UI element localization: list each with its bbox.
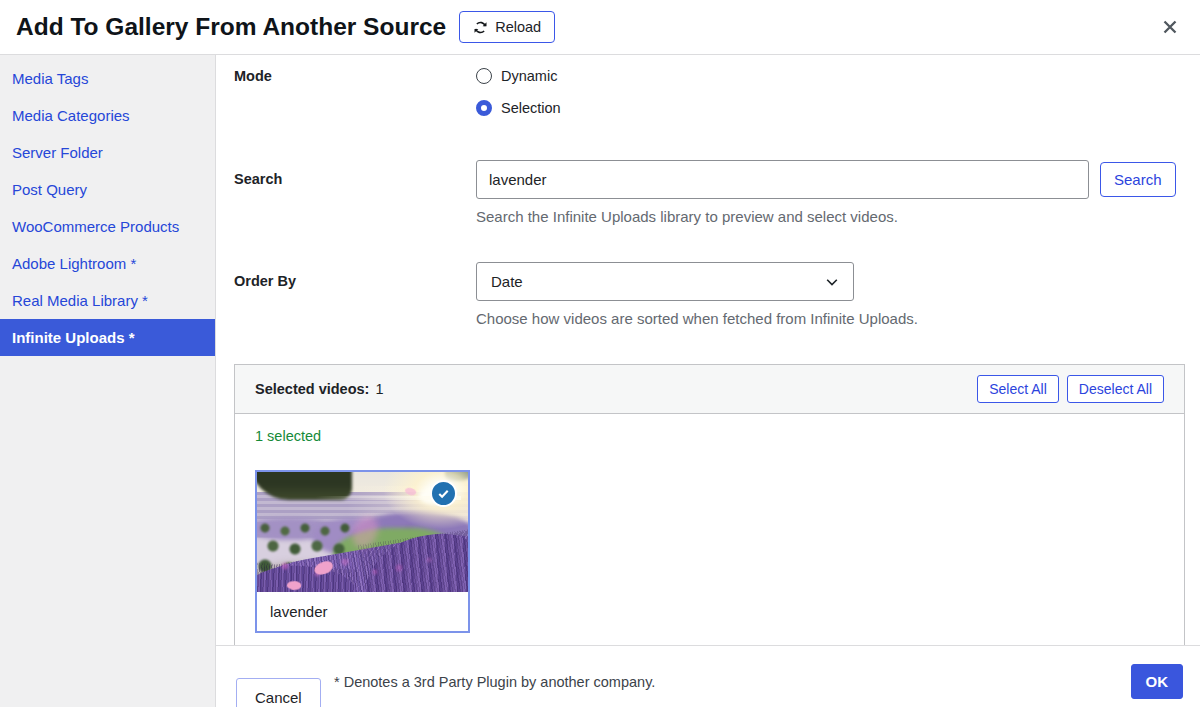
order-by-label: Order By xyxy=(234,262,476,327)
order-by-select[interactable]: Date xyxy=(476,262,854,301)
radio-selection[interactable] xyxy=(476,100,492,116)
mode-label: Mode xyxy=(234,68,476,132)
sidebar-item-real-media-library[interactable]: Real Media Library * xyxy=(0,282,215,319)
third-party-note: * Denotes a 3rd Party Plugin by another … xyxy=(334,674,655,690)
reload-icon xyxy=(473,20,488,35)
sidebar-item-infinite-uploads[interactable]: Infinite Uploads * xyxy=(0,319,215,356)
dialog-body: Mode Dynamic Selection Search xyxy=(216,55,1200,645)
mode-option-selection-label: Selection xyxy=(501,100,561,116)
selected-videos-panel: Selected videos:1 Select All Deselect Al… xyxy=(234,364,1185,645)
select-all-button[interactable]: Select All xyxy=(977,375,1059,403)
close-icon[interactable] xyxy=(1158,15,1182,39)
video-thumbnail[interactable] xyxy=(257,472,468,592)
dialog-title: Add To Gallery From Another Source xyxy=(16,13,446,41)
sidebar-item-post-query[interactable]: Post Query xyxy=(0,171,215,208)
search-input[interactable] xyxy=(476,160,1089,199)
selected-count-note: 1 selected xyxy=(255,428,1164,444)
sidebar-item-server-folder[interactable]: Server Folder xyxy=(0,134,215,171)
selected-videos-title: Selected videos:1 xyxy=(255,381,384,397)
video-caption: lavender xyxy=(257,592,468,631)
order-by-value: Date xyxy=(491,273,523,290)
video-card-lavender[interactable]: lavender xyxy=(255,470,470,633)
dialog-footer: Cancel * Denotes a 3rd Party Plugin by a… xyxy=(216,645,1200,707)
selected-videos-header: Selected videos:1 Select All Deselect Al… xyxy=(235,365,1184,414)
chevron-down-icon xyxy=(825,275,839,289)
search-help-text: Search the Infinite Uploads library to p… xyxy=(476,208,1176,225)
cancel-button[interactable]: Cancel xyxy=(236,678,321,707)
mode-option-dynamic-label: Dynamic xyxy=(501,68,557,84)
source-sidebar: Media Tags Media Categories Server Folde… xyxy=(0,55,216,707)
sidebar-item-woocommerce-products[interactable]: WooCommerce Products xyxy=(0,208,215,245)
dialog-header: Add To Gallery From Another Source Reloa… xyxy=(0,0,1200,55)
selected-videos-count: 1 xyxy=(375,381,383,397)
selected-videos-body: 1 selected xyxy=(235,414,1184,645)
reload-label: Reload xyxy=(495,19,541,35)
mode-option-selection[interactable]: Selection xyxy=(476,100,561,116)
reload-button[interactable]: Reload xyxy=(459,11,555,43)
sidebar-item-media-categories[interactable]: Media Categories xyxy=(0,97,215,134)
radio-dynamic[interactable] xyxy=(476,68,492,84)
ok-button[interactable]: OK xyxy=(1131,664,1184,699)
deselect-all-button[interactable]: Deselect All xyxy=(1067,375,1164,403)
sidebar-item-media-tags[interactable]: Media Tags xyxy=(0,60,215,97)
sidebar-item-adobe-lightroom[interactable]: Adobe Lightroom * xyxy=(0,245,215,282)
search-button[interactable]: Search xyxy=(1100,162,1176,197)
selected-check-icon xyxy=(430,480,457,507)
search-label: Search xyxy=(234,160,476,225)
order-by-help-text: Choose how videos are sorted when fetche… xyxy=(476,310,918,327)
mode-option-dynamic[interactable]: Dynamic xyxy=(476,68,561,84)
